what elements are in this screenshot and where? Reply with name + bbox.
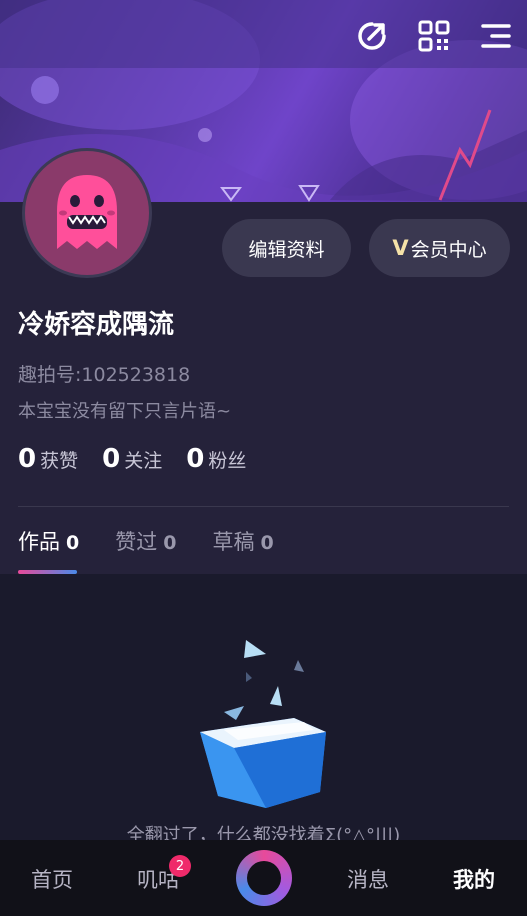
tab-drafts[interactable]: 草稿 0: [212, 526, 273, 556]
divider: [18, 506, 509, 507]
vip-center-button[interactable]: V 会员中心: [369, 219, 510, 277]
stat-likes[interactable]: 0 获赞: [18, 444, 78, 474]
user-id: 趣拍号:102523818: [18, 364, 191, 386]
profile-stats: 0 获赞 0 关注 0 粉丝: [18, 444, 246, 474]
nav-mine[interactable]: 我的: [453, 864, 495, 894]
vip-v-icon: V: [392, 236, 409, 260]
tab-works[interactable]: 作品 0: [18, 526, 79, 556]
stat-following-label: 关注: [124, 450, 163, 472]
tab-liked[interactable]: 赞过 0: [115, 526, 176, 556]
share-icon: [358, 22, 386, 50]
content-tabs: 作品 0 赞过 0 草稿 0: [18, 526, 274, 556]
create-ring-icon: [247, 861, 281, 895]
stat-following[interactable]: 0 关注: [102, 444, 162, 474]
tab-works-count: 0: [66, 532, 80, 554]
ghost-avatar-icon: [57, 175, 117, 249]
stat-followers[interactable]: 0 粉丝: [186, 444, 246, 474]
share-button[interactable]: [350, 14, 394, 58]
stat-followers-label: 粉丝: [208, 450, 247, 472]
tab-drafts-label: 草稿: [212, 530, 255, 554]
nav-home[interactable]: 首页: [31, 864, 73, 894]
empty-box-icon: [200, 640, 326, 808]
tab-liked-label: 赞过: [115, 530, 158, 554]
nav-messages[interactable]: 消息: [347, 864, 389, 894]
tab-drafts-count: 0: [260, 532, 274, 554]
tab-liked-count: 0: [163, 532, 177, 554]
menu-button[interactable]: [474, 14, 518, 58]
empty-message: 全翻过了，什么都没找着Σ(°△°|||): [126, 825, 401, 840]
avatar[interactable]: [22, 148, 152, 278]
tab-works-label: 作品: [18, 530, 60, 554]
menu-icon: [481, 24, 511, 48]
vip-center-label: 会员中心: [410, 238, 487, 261]
edit-profile-label: 编辑资料: [248, 238, 325, 261]
qr-code-button[interactable]: [412, 14, 456, 58]
create-button[interactable]: [236, 850, 292, 906]
user-name: 冷娇容成隅流: [18, 310, 175, 340]
edit-profile-button[interactable]: 编辑资料: [222, 219, 351, 277]
user-bio: 本宝宝没有留下只言片语~: [18, 401, 232, 422]
empty-state: 全翻过了，什么都没找着Σ(°△°|||): [0, 574, 527, 840]
stat-following-count: 0: [102, 444, 121, 474]
stat-likes-label: 获赞: [40, 450, 79, 472]
qr-code-icon: [418, 20, 450, 52]
stat-followers-count: 0: [186, 444, 205, 474]
stat-likes-count: 0: [18, 444, 37, 474]
jigu-badge: 2: [169, 855, 191, 877]
